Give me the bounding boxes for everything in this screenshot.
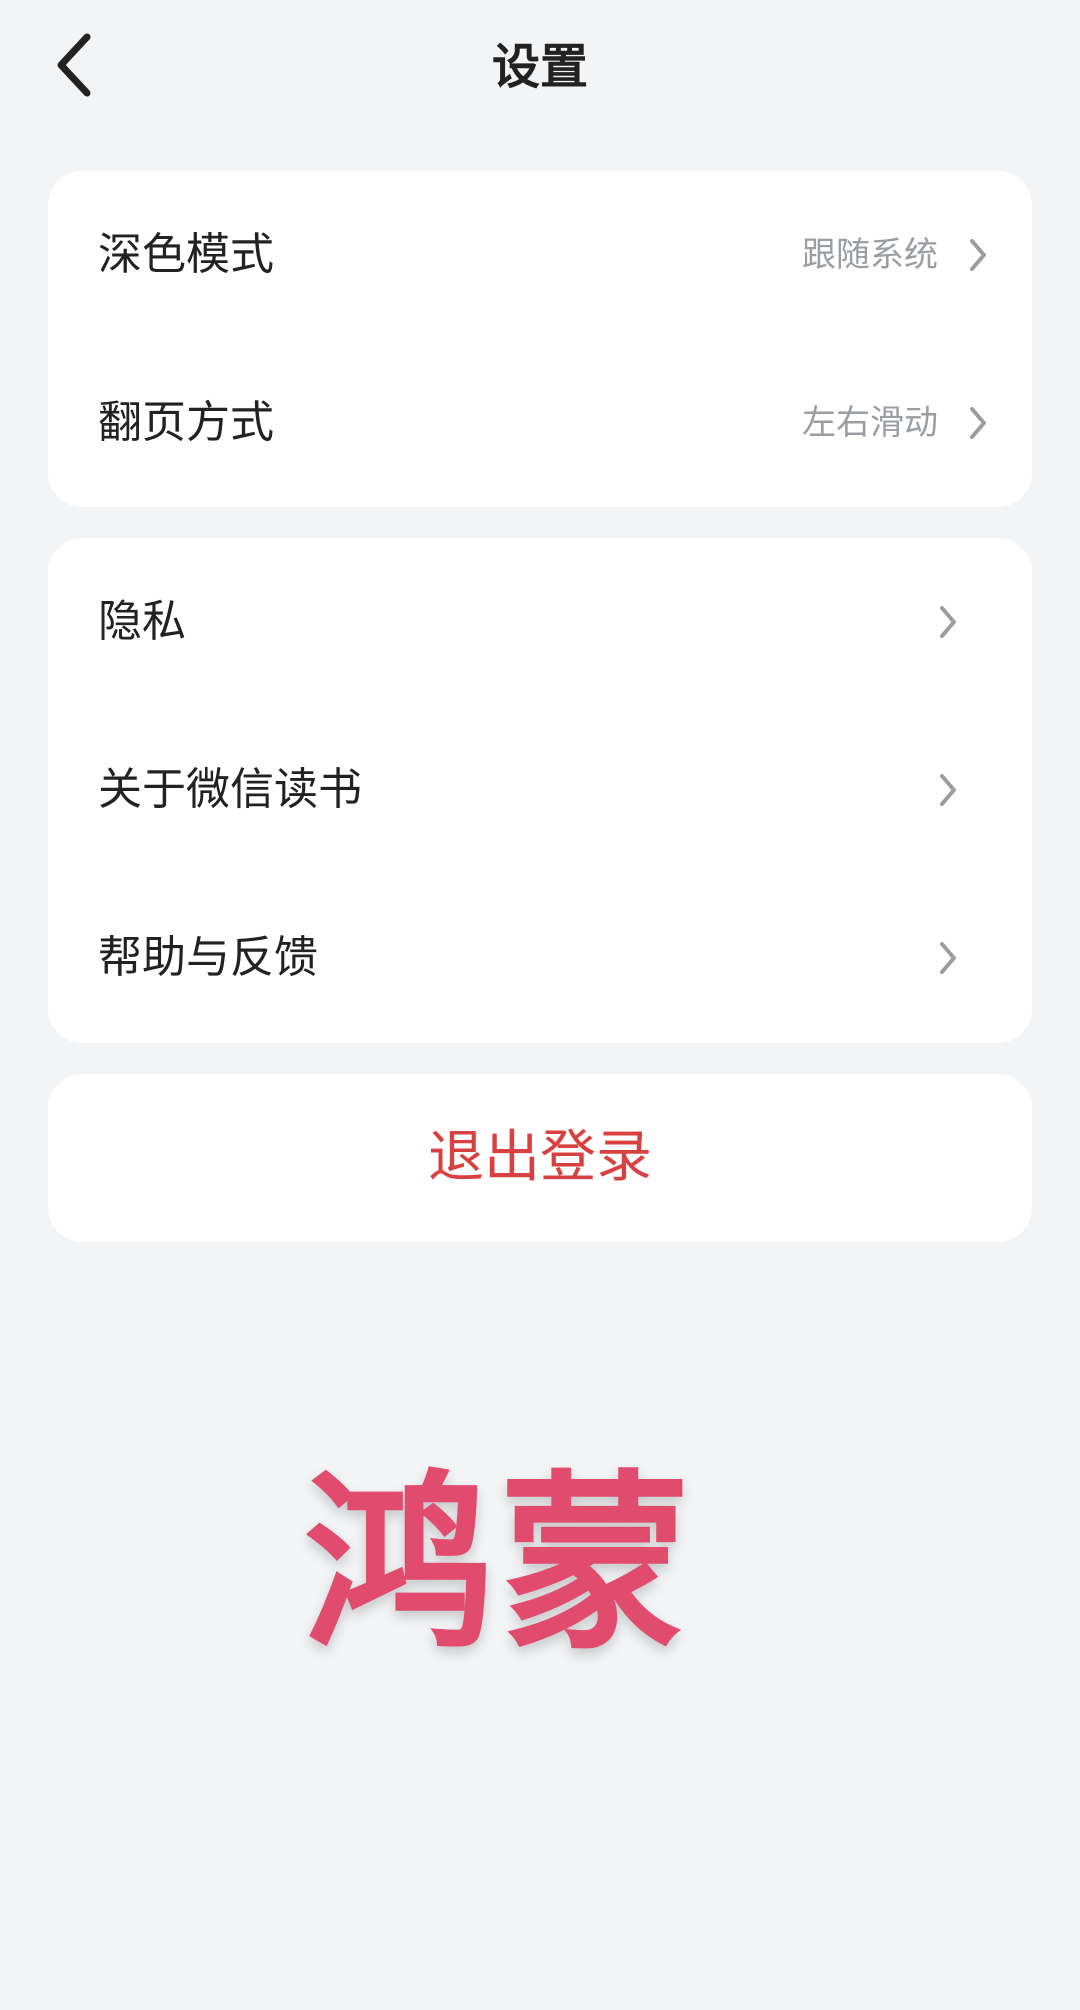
info-settings-card: 隐私 关于微信读书 帮助与反馈 [48, 538, 1032, 1043]
logout-card: 退出登录 [48, 1074, 1032, 1242]
page-turn-value: 左右滑动 [802, 403, 938, 443]
chevron-right-icon [970, 239, 986, 271]
chevron-right-icon [940, 774, 956, 806]
about-row[interactable]: 关于微信读书 [48, 706, 1032, 874]
page-title: 设置 [491, 39, 588, 95]
display-settings-card: 深色模式 跟随系统 翻页方式 左右滑动 [48, 171, 1032, 507]
help-feedback-row[interactable]: 帮助与反馈 [48, 874, 1032, 1042]
page-turn-label: 翻页方式 [98, 397, 274, 448]
watermark-text: 鸿蒙 [303, 1454, 696, 1675]
dark-mode-label: 深色模式 [98, 229, 274, 280]
chevron-right-icon [970, 407, 986, 439]
page-turn-row[interactable]: 翻页方式 左右滑动 [48, 339, 1032, 507]
help-feedback-label: 帮助与反馈 [98, 932, 318, 983]
privacy-label: 隐私 [98, 596, 186, 647]
chevron-right-icon [940, 942, 956, 974]
about-label: 关于微信读书 [98, 764, 362, 815]
dark-mode-row[interactable]: 深色模式 跟随系统 [48, 171, 1032, 339]
dark-mode-value: 跟随系统 [802, 235, 938, 275]
header: 设置 [0, 0, 1080, 140]
chevron-right-icon [940, 606, 956, 638]
privacy-row[interactable]: 隐私 [48, 538, 1032, 706]
logout-button[interactable]: 退出登录 [48, 1074, 1032, 1242]
